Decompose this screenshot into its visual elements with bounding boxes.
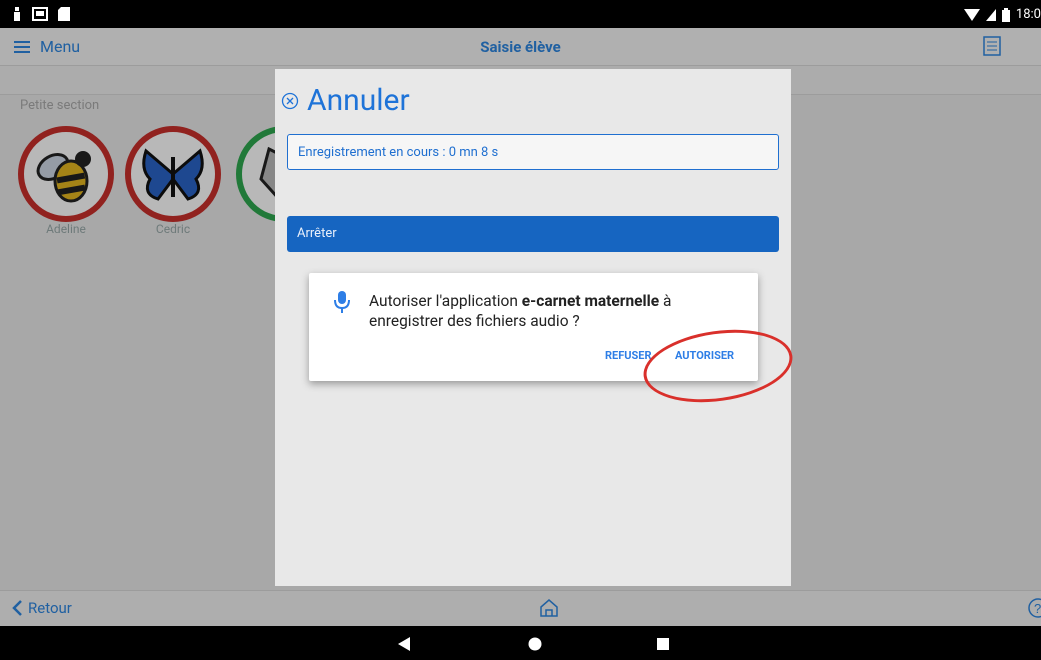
microphone-icon [334, 290, 350, 318]
triangle-back-icon [398, 637, 410, 651]
cancel-label: Annuler [307, 83, 410, 118]
nav-home-button[interactable] [528, 636, 542, 655]
permission-app-name: e-carnet maternelle [521, 292, 660, 310]
clock: 18:0 [1015, 7, 1041, 22]
nav-back-button[interactable] [397, 636, 411, 655]
wifi-icon [963, 8, 980, 21]
permission-dialog: Autoriser l'application e-carnet materne… [309, 273, 758, 381]
permission-message: Autoriser l'application e-carnet materne… [369, 291, 739, 331]
email-icon [32, 7, 48, 21]
person-icon [14, 7, 20, 21]
recording-status-field: Enregistrement en cours : 0 mn 8 s [287, 134, 779, 170]
square-recents-icon [657, 638, 669, 650]
status-bar: 18:0 [0, 0, 1041, 28]
system-status: 18:0 [963, 7, 1041, 22]
notification-icons [12, 7, 70, 21]
allow-button[interactable]: AUTORISER [675, 349, 734, 362]
deny-button[interactable]: REFUSER [605, 349, 652, 362]
battery-icon [1001, 7, 1010, 22]
circle-home-icon [528, 637, 542, 651]
cancel-button[interactable]: Annuler [281, 83, 410, 118]
sd-card-icon [58, 7, 70, 21]
system-navigation-bar [0, 626, 1041, 660]
stop-button[interactable]: Arrêter [287, 216, 779, 252]
permission-text-before: Autoriser l'application [369, 292, 522, 310]
close-circle-icon [281, 92, 299, 109]
signal-icon [985, 8, 996, 21]
nav-recents-button[interactable] [656, 636, 670, 655]
